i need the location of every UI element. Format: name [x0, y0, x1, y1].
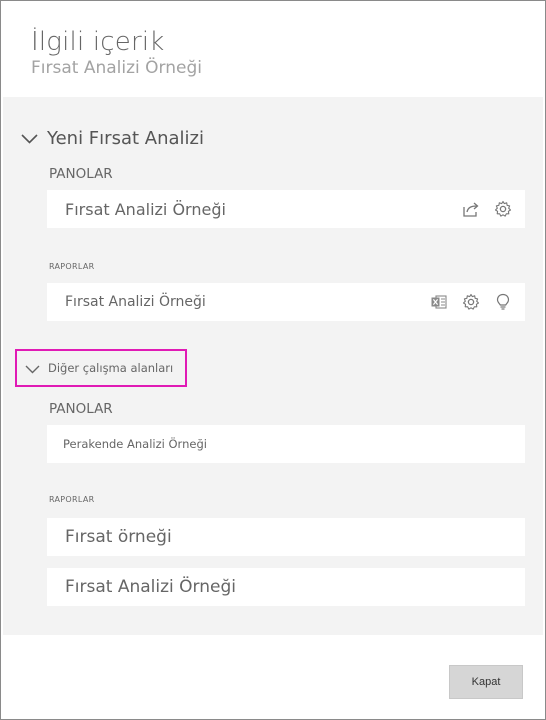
report-item[interactable]: Fırsat Analizi Örneği [47, 568, 525, 606]
dashboard-item-name: Perakende Analizi Örneği [63, 437, 207, 451]
dashboard-item[interactable]: Fırsat Analizi Örneği [47, 190, 525, 228]
close-button[interactable]: Kapat [449, 665, 523, 699]
dialog-footer: Kapat [1, 635, 545, 719]
section-label-dashboards: PANOLAR [49, 401, 113, 417]
chevron-down-icon [21, 129, 38, 148]
gear-icon[interactable] [493, 199, 513, 219]
gear-icon[interactable] [461, 292, 481, 312]
group-toggle-diger-calisma-alanlari[interactable]: Diğer çalışma alanları [15, 349, 187, 387]
share-icon[interactable] [461, 199, 481, 219]
related-content-list: Yeni Fırsat Analizi PANOLAR Fırsat Anali… [3, 97, 543, 635]
group-name: Diğer çalışma alanları [48, 361, 174, 375]
section-label-reports: RAPORLAR [49, 262, 95, 271]
report-item[interactable]: Fırsat örneği [47, 518, 525, 556]
section-label-reports: RAPORLAR [49, 495, 95, 504]
report-item-name: Fırsat Analizi Örneği [65, 294, 206, 310]
group-name: Yeni Fırsat Analizi [47, 127, 204, 149]
report-item[interactable]: Fırsat Analizi Örneği [47, 283, 525, 321]
dashboard-item-name: Fırsat Analizi Örneği [65, 199, 226, 219]
dashboard-item[interactable]: Perakende Analizi Örneği [47, 425, 525, 463]
related-content-dialog: İlgili içerik Fırsat Analizi Örneği Yeni… [0, 0, 546, 720]
report-item-name: Fırsat Analizi Örneği [65, 577, 236, 597]
dialog-title: İlgili içerik [31, 27, 165, 57]
chevron-down-icon [25, 359, 40, 378]
dialog-header: İlgili içerik Fırsat Analizi Örneği [1, 1, 545, 97]
section-label-dashboards: PANOLAR [49, 166, 113, 182]
excel-icon[interactable] [429, 292, 449, 312]
lightbulb-icon[interactable] [493, 292, 513, 312]
group-toggle-yeni-firsat-analizi[interactable]: Yeni Fırsat Analizi [21, 125, 204, 151]
report-item-name: Fırsat örneği [65, 527, 172, 547]
dialog-subtitle: Fırsat Analizi Örneği [31, 58, 202, 78]
